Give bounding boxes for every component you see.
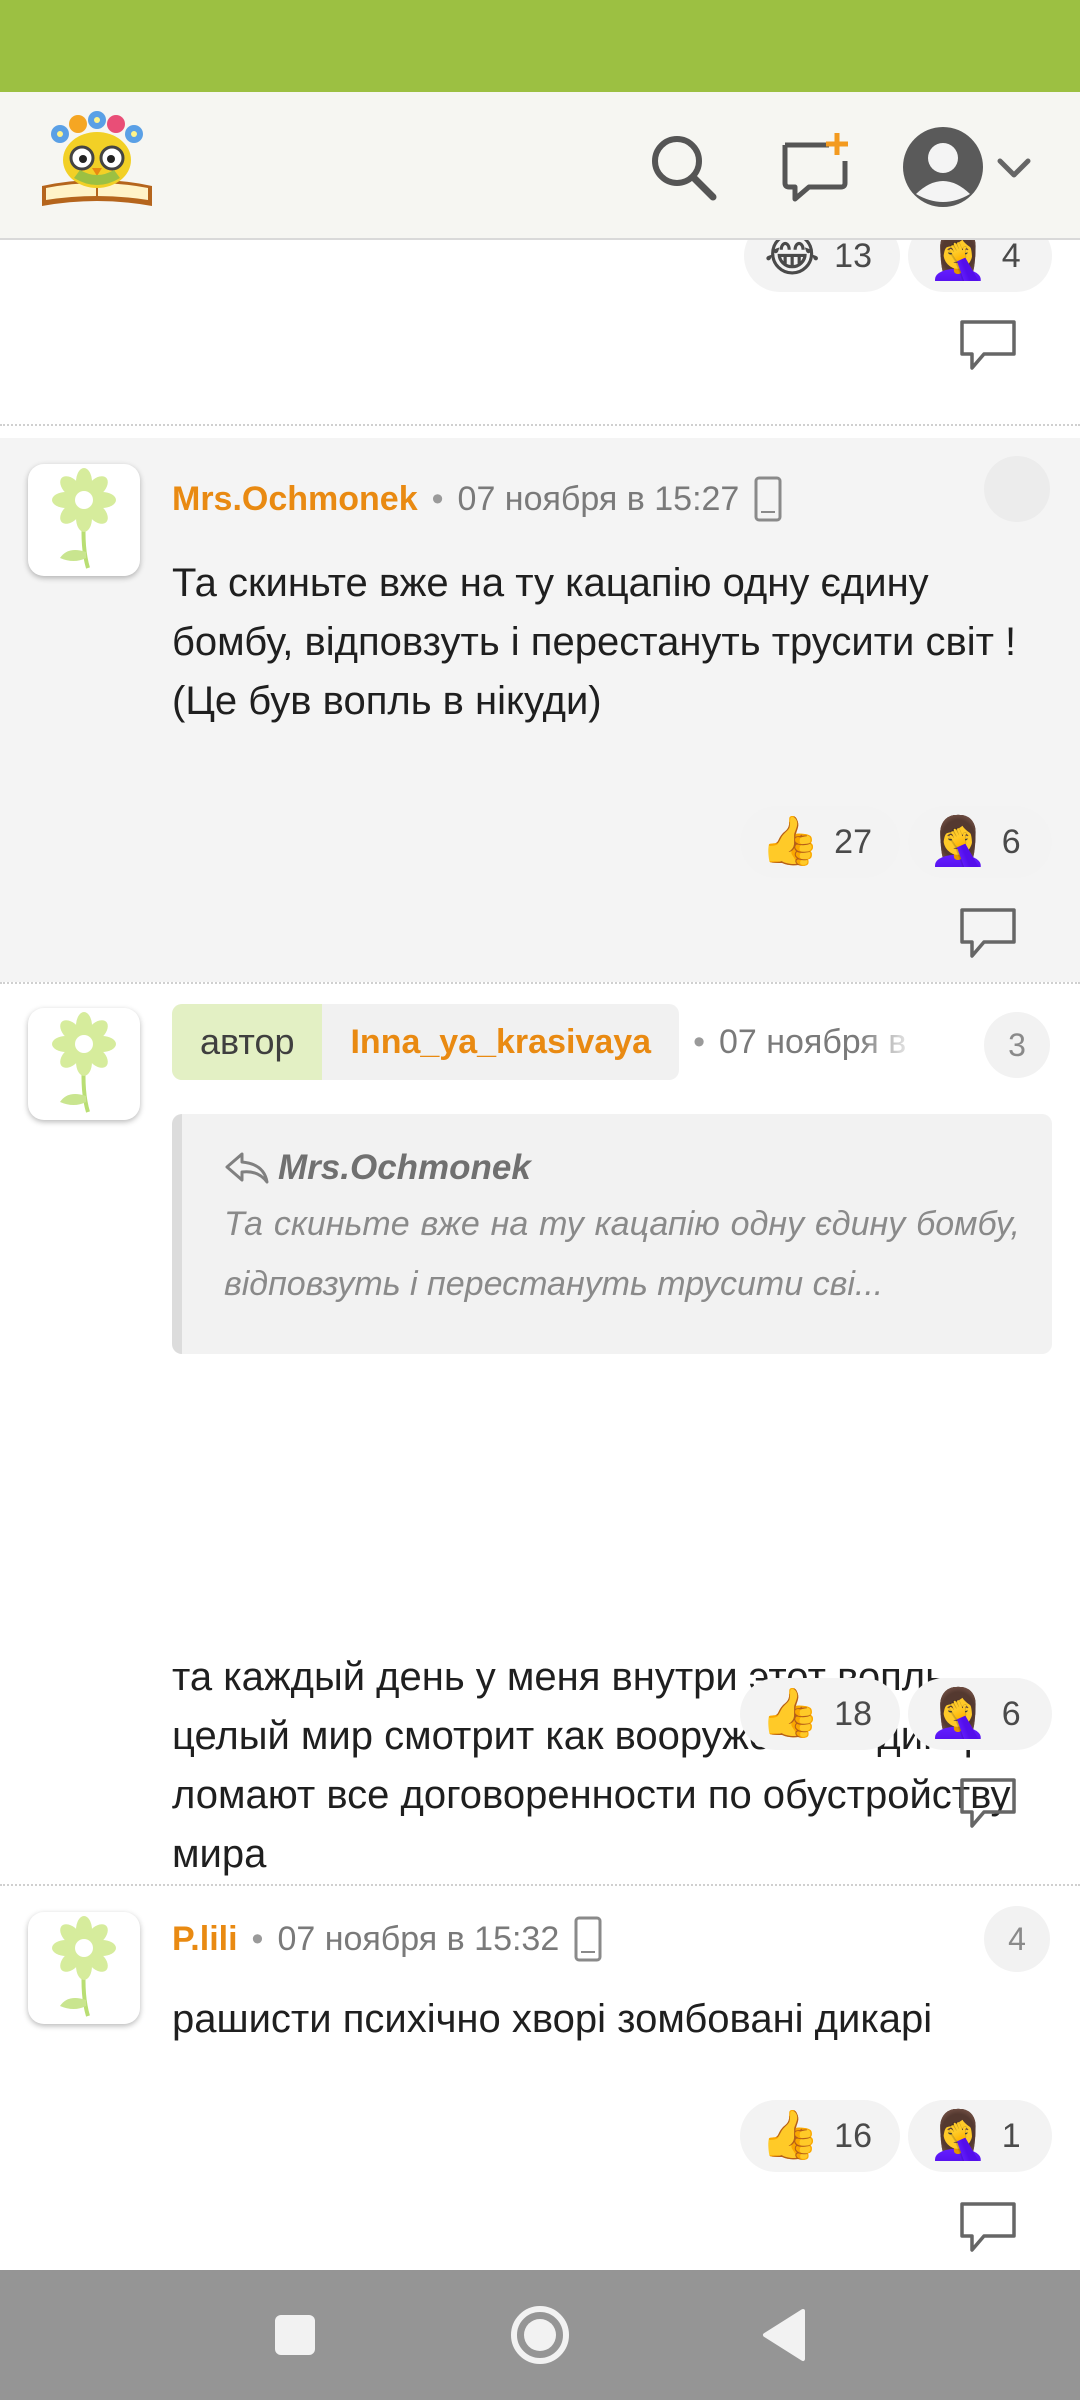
mobile-device-icon [574,1916,602,1962]
thumbs-up-emoji-icon: 👍 [760,2109,821,2162]
reactions-row: 😂 13 🤦‍♀️ 4 [744,240,1052,292]
facepalm-emoji-icon: 🤦‍♀️ [928,815,988,868]
back-button[interactable] [744,2294,826,2376]
reaction-count: 6 [1001,1694,1021,1733]
avatar-icon [903,127,983,207]
comment-date: 07 ноября в 15:32 [277,1919,560,1958]
reply-icon[interactable] [958,2200,1018,2254]
comment-text: Та скиньте вже на ту кацапію одну єдину … [172,561,1017,723]
reaction-laugh[interactable]: 😂 13 [744,240,900,292]
comment-date: 07 ноября в 15:27 [457,479,740,518]
app-header [0,92,1080,240]
facepalm-emoji-icon: 🤦‍♀️ [928,240,988,282]
divider [0,424,1080,426]
comment-text: рашисти психічно хворі зомбовані дикарі [172,1997,933,2041]
reply-arrow-icon [225,1152,269,1184]
new-message-button[interactable] [770,122,860,212]
status-bar [0,0,1080,92]
reaction-thumbs-up[interactable]: 👍 27 [740,806,900,878]
quote-author-name: Mrs.Ochmonek [278,1148,531,1187]
flower-avatar-icon [52,1916,116,2017]
reply-icon[interactable] [958,1776,1018,1830]
avatar[interactable] [28,1008,140,1120]
reaction-facepalm[interactable]: 🤦‍♀️ 1 [908,2100,1052,2172]
new-message-icon [782,133,848,202]
facepalm-emoji-icon: 🤦‍♀️ [928,1687,988,1740]
author-name: Inna_ya_krasivaya [350,1022,652,1061]
reaction-thumbs-up[interactable]: 👍 18 [740,1678,900,1750]
author-label: автор [172,1004,323,1080]
square-recents-icon [275,2315,315,2355]
laugh-emoji-icon: 😂 [764,240,821,282]
reactions-row: 👍 18 🤦‍♀️ 6 [740,1678,1052,1750]
comment-number [984,456,1050,522]
reply-icon[interactable] [958,906,1018,960]
search-icon [652,136,717,201]
reaction-count: 16 [834,2116,872,2155]
quote-text: Та скиньте вже на ту кацапію одну єдину … [224,1205,1020,1303]
reactions-row: 👍 27 🤦‍♀️ 6 [740,806,1052,878]
avatar[interactable] [28,1912,140,2024]
author-name[interactable]: P.lili [172,1920,238,1959]
thumbs-up-emoji-icon: 👍 [760,815,821,868]
reaction-count: 6 [1001,822,1021,861]
comment: Mrs.Ochmonek • 07 ноября в 15:27 Та скин… [0,438,1080,982]
reaction-facepalm[interactable]: 🤦‍♀️ 6 [908,1678,1052,1750]
reaction-count: 4 [1001,240,1021,275]
reaction-facepalm[interactable]: 🤦‍♀️ 4 [908,240,1052,292]
comment-meta: P.lili • 07 ноября в 15:32 [172,1916,603,1962]
profile-menu-button[interactable] [892,122,1042,212]
quote-block[interactable]: Mrs.Ochmonek Та скиньте вже на ту кацапі… [172,1114,1052,1354]
search-button[interactable] [638,122,728,212]
logo-owl-icon[interactable] [34,108,160,218]
reaction-count: 13 [834,240,872,275]
reply-icon[interactable] [958,318,1018,372]
reactions-row: 👍 16 🤦‍♀️ 1 [740,2100,1052,2172]
flower-avatar-icon [52,1012,116,1113]
chevron-down-icon [997,158,1031,178]
comment: P.lili • 07 ноября в 15:32 4 рашисти пси… [0,1886,1080,2270]
reaction-count: 1 [1001,2116,1021,2155]
recents-button[interactable] [254,2294,336,2376]
separator-dot: • [431,479,444,518]
quote-author: Mrs.Ochmonek [224,1148,1020,1188]
separator-dot: • [251,1919,264,1958]
author-badge[interactable]: автор Inna_ya_krasivaya [172,1004,680,1080]
reaction-thumbs-up[interactable]: 👍 16 [740,2100,900,2172]
reaction-count: 27 [834,822,872,861]
author-name[interactable]: Mrs.Ochmonek [172,480,418,519]
avatar[interactable] [28,464,140,576]
reaction-count: 18 [834,1694,872,1733]
facepalm-emoji-icon: 🤦‍♀️ [928,2109,988,2162]
comment-date: 07 ноября в [718,1022,907,1061]
flower-avatar-icon [52,468,116,569]
triangle-back-icon [763,2309,805,2361]
circle-home-icon [511,2306,569,2364]
system-navigation-bar [0,2270,1080,2400]
comment-meta: автор Inna_ya_krasivaya • 07 ноября в [172,1004,919,1080]
comment-number: 4 [984,1906,1050,1972]
separator-dot: • [693,1022,705,1061]
reaction-facepalm[interactable]: 🤦‍♀️ 6 [908,806,1052,878]
home-button[interactable] [499,2294,581,2376]
mobile-device-icon [754,476,782,522]
comment-number: 3 [984,1012,1050,1078]
thumbs-up-emoji-icon: 👍 [760,1687,821,1740]
comments-feed: 😂 13 🤦‍♀️ 4 [0,240,1080,2270]
comment-meta: Mrs.Ochmonek • 07 ноября в 15:27 [172,476,783,522]
